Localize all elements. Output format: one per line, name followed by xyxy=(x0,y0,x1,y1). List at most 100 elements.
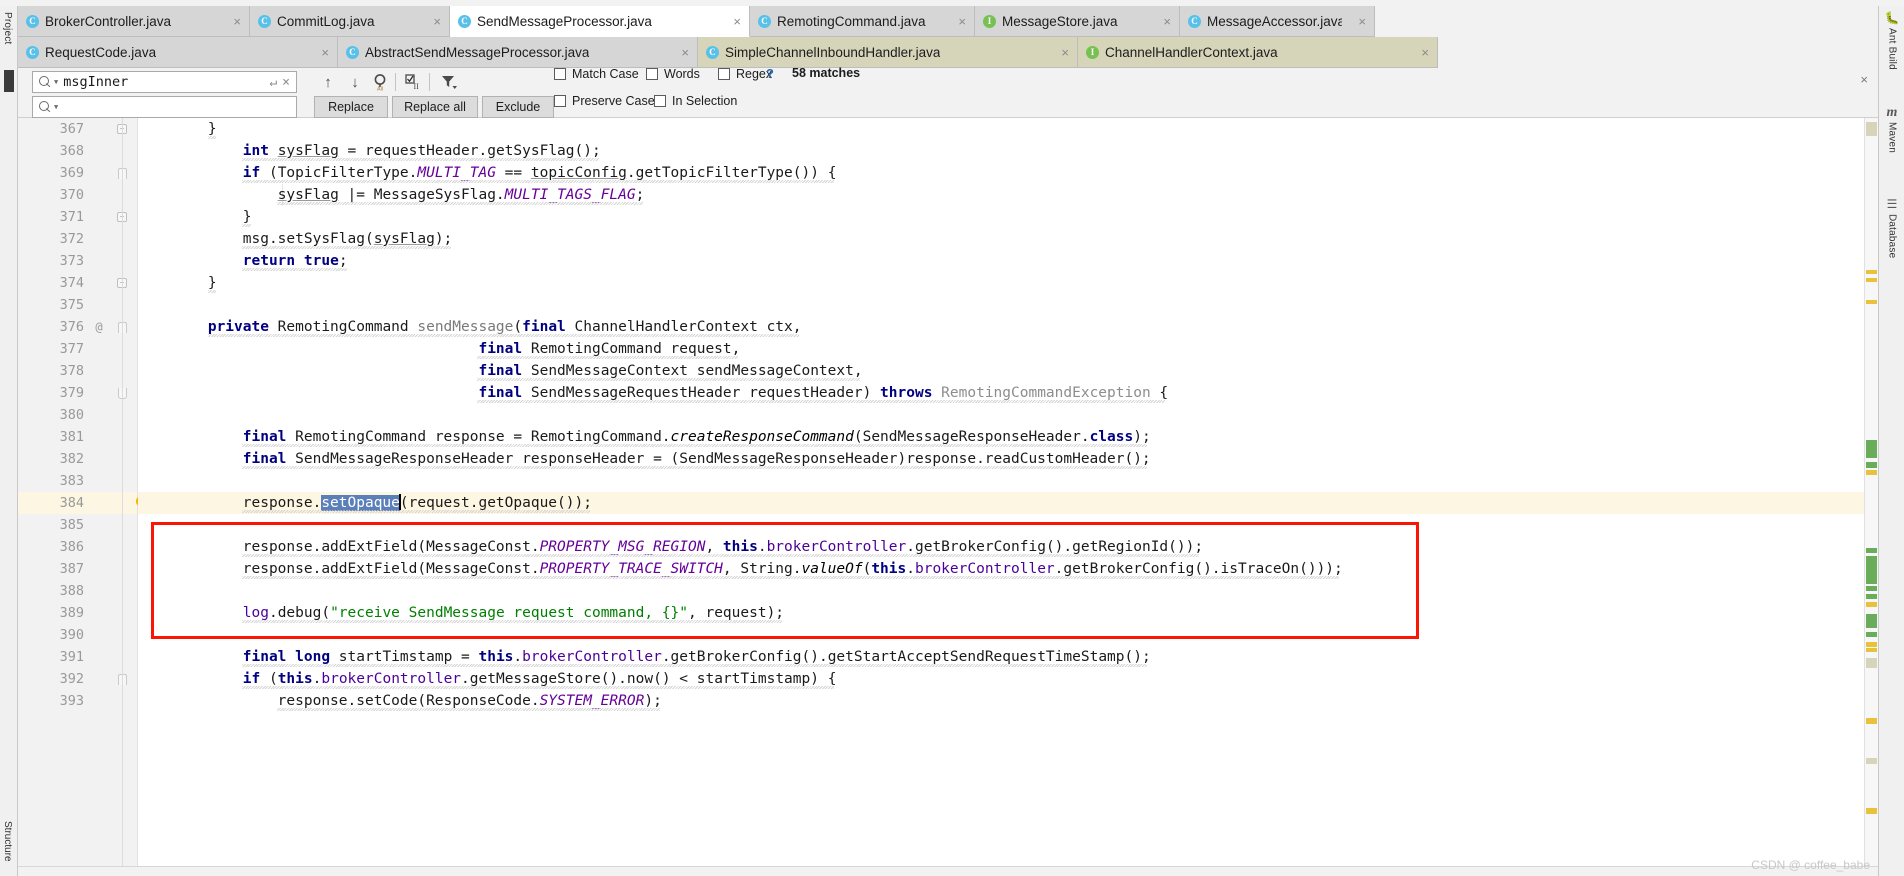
gutter-row[interactable]: 376 @ xyxy=(18,316,137,338)
analysis-marker[interactable] xyxy=(1866,808,1877,814)
replace-input[interactable]: ▼ xyxy=(32,96,297,118)
editor-tab-commitlog-java[interactable]: C CommitLog.java × xyxy=(250,6,450,37)
gutter-row[interactable]: 375 xyxy=(18,294,137,316)
match-case-checkbox[interactable]: Match Case xyxy=(554,67,639,81)
close-tab-icon[interactable]: × xyxy=(311,45,329,60)
analysis-marker[interactable] xyxy=(1866,556,1877,584)
editor-gutter[interactable]: 367−368369370371−372373374−375376@377378… xyxy=(18,118,147,876)
gutter-row[interactable]: 372 xyxy=(18,228,137,250)
code-line[interactable] xyxy=(138,580,1878,602)
code-line[interactable]: msg.setSysFlag(sysFlag); xyxy=(138,228,1878,250)
code-line[interactable] xyxy=(138,294,1878,316)
words-checkbox[interactable]: Words xyxy=(646,67,700,81)
code-line[interactable]: } xyxy=(138,206,1878,228)
analysis-marker[interactable] xyxy=(1866,614,1877,628)
find-next-button[interactable]: ↓ xyxy=(345,72,365,92)
gutter-row[interactable]: 377 xyxy=(18,338,137,360)
find-all-icon[interactable]: All xyxy=(370,71,392,93)
gutter-row[interactable]: 393 xyxy=(18,690,137,712)
close-tab-icon[interactable]: × xyxy=(1153,14,1171,29)
code-line[interactable] xyxy=(138,514,1878,536)
tool-button-database[interactable]: ☰ Database xyxy=(1879,198,1904,259)
code-line[interactable] xyxy=(138,624,1878,646)
analysis-marker[interactable] xyxy=(1866,270,1877,274)
code-editor[interactable]: 367−368369370371−372373374−375376@377378… xyxy=(18,118,1878,876)
gutter-row[interactable]: 369 xyxy=(18,162,137,184)
match-case-checkbox-box[interactable] xyxy=(554,68,566,80)
tool-button-ant-build[interactable]: 🐛 Ant Build xyxy=(1879,12,1904,70)
find-help-link[interactable]: ? xyxy=(766,66,774,81)
code-line[interactable]: final SendMessageRequestHeader requestHe… xyxy=(138,382,1878,404)
gutter-row[interactable]: 385 xyxy=(18,514,137,536)
editor-tab-requestcode-java[interactable]: C RequestCode.java × xyxy=(18,37,338,68)
search-input[interactable]: ▼ msgInner ↵ × xyxy=(32,71,297,93)
code-line[interactable]: final RemotingCommand request, xyxy=(138,338,1878,360)
gutter-row[interactable]: 373 xyxy=(18,250,137,272)
in-selection-checkbox[interactable]: In Selection xyxy=(654,94,737,108)
code-line[interactable]: final RemotingCommand response = Remotin… xyxy=(138,426,1878,448)
code-line[interactable]: private RemotingCommand sendMessage(fina… xyxy=(138,316,1878,338)
close-findbar-icon[interactable]: × xyxy=(1860,72,1868,87)
code-line[interactable]: final long startTimstamp = this.brokerCo… xyxy=(138,646,1878,668)
analysis-marker[interactable] xyxy=(1866,658,1877,668)
close-tab-icon[interactable]: × xyxy=(1348,14,1366,29)
code-analysis-marker-gutter[interactable] xyxy=(1864,118,1878,876)
gutter-row[interactable]: 374− xyxy=(18,272,137,294)
code-line[interactable]: response.addExtField(MessageConst.PROPER… xyxy=(138,558,1878,580)
code-text-area[interactable]: } int sysFlag = requestHeader.getSysFlag… xyxy=(138,118,1878,876)
code-line[interactable]: return true; xyxy=(138,250,1878,272)
analysis-marker[interactable] xyxy=(1866,122,1877,136)
code-line[interactable]: if (this.brokerController.getMessageStor… xyxy=(138,668,1878,690)
code-line[interactable] xyxy=(138,404,1878,426)
tool-button-project[interactable]: Project xyxy=(2,12,13,45)
gutter-row[interactable]: 386 xyxy=(18,536,137,558)
close-tab-icon[interactable]: × xyxy=(223,14,241,29)
code-line[interactable]: sysFlag |= MessageSysFlag.MULTI_TAGS_FLA… xyxy=(138,184,1878,206)
replace-all-button[interactable]: Replace all xyxy=(392,96,478,118)
gutter-row[interactable]: 387 xyxy=(18,558,137,580)
gutter-row[interactable]: 379 xyxy=(18,382,137,404)
close-tab-icon[interactable]: × xyxy=(948,14,966,29)
code-line[interactable] xyxy=(138,470,1878,492)
editor-tab-channelhandlercontext-java[interactable]: I ChannelHandlerContext.java × xyxy=(1078,37,1438,68)
analysis-marker[interactable] xyxy=(1866,278,1877,282)
code-line[interactable]: int sysFlag = requestHeader.getSysFlag()… xyxy=(138,140,1878,162)
regex-checkbox[interactable]: Regex xyxy=(718,67,772,81)
editor-tab-abstractsendmessageprocessor-java[interactable]: C AbstractSendMessageProcessor.java × xyxy=(338,37,698,68)
gutter-row[interactable]: 388 xyxy=(18,580,137,602)
analysis-marker[interactable] xyxy=(1866,718,1877,724)
code-line[interactable]: log.debug("receive SendMessage request c… xyxy=(138,602,1878,624)
analysis-marker[interactable] xyxy=(1866,586,1877,591)
in-selection-checkbox-box[interactable] xyxy=(654,95,666,107)
gutter-row[interactable]: 391 xyxy=(18,646,137,668)
gutter-row[interactable]: 371− xyxy=(18,206,137,228)
exclude-button[interactable]: Exclude xyxy=(482,96,554,118)
gutter-row[interactable]: 380 xyxy=(18,404,137,426)
analysis-marker[interactable] xyxy=(1866,602,1877,607)
gutter-row[interactable]: 368 xyxy=(18,140,137,162)
gutter-row[interactable]: 384 xyxy=(18,492,147,514)
editor-tab-remotingcommand-java[interactable]: C RemotingCommand.java × xyxy=(750,6,975,37)
gutter-row[interactable]: 382 xyxy=(18,448,137,470)
gutter-row[interactable]: 392 xyxy=(18,668,137,690)
editor-tab-simplechannelinboundhandler-java[interactable]: C SimpleChannelInboundHandler.java × xyxy=(698,37,1078,68)
gutter-row[interactable]: 381 xyxy=(18,426,137,448)
editor-tab-messagestore-java[interactable]: I MessageStore.java × xyxy=(975,6,1180,37)
tool-button-maven[interactable]: m Maven xyxy=(1879,106,1904,154)
editor-tab-messageaccessor-java[interactable]: C MessageAccessor.java × xyxy=(1180,6,1375,37)
code-line[interactable]: if (TopicFilterType.MULTI_TAG == topicCo… xyxy=(138,162,1878,184)
preserve-case-checkbox[interactable]: Preserve Case xyxy=(554,94,655,108)
close-tab-icon[interactable]: × xyxy=(723,14,741,29)
analysis-marker[interactable] xyxy=(1866,440,1877,458)
code-line[interactable]: final SendMessageResponseHeader response… xyxy=(138,448,1878,470)
search-clear-icon[interactable]: × xyxy=(282,75,290,90)
close-tab-icon[interactable]: × xyxy=(1411,45,1429,60)
preserve-case-checkbox-box[interactable] xyxy=(554,95,566,107)
code-line[interactable]: response.setOpaque(request.getOpaque()); xyxy=(138,492,1878,514)
code-line[interactable]: response.addExtField(MessageConst.PROPER… xyxy=(138,536,1878,558)
gutter-row[interactable]: 389 xyxy=(18,602,137,624)
code-line[interactable]: final SendMessageContext sendMessageCont… xyxy=(138,360,1878,382)
analysis-marker[interactable] xyxy=(1866,758,1877,764)
analysis-marker[interactable] xyxy=(1866,300,1877,304)
code-line[interactable]: response.setCode(ResponseCode.SYSTEM_ERR… xyxy=(138,690,1878,712)
